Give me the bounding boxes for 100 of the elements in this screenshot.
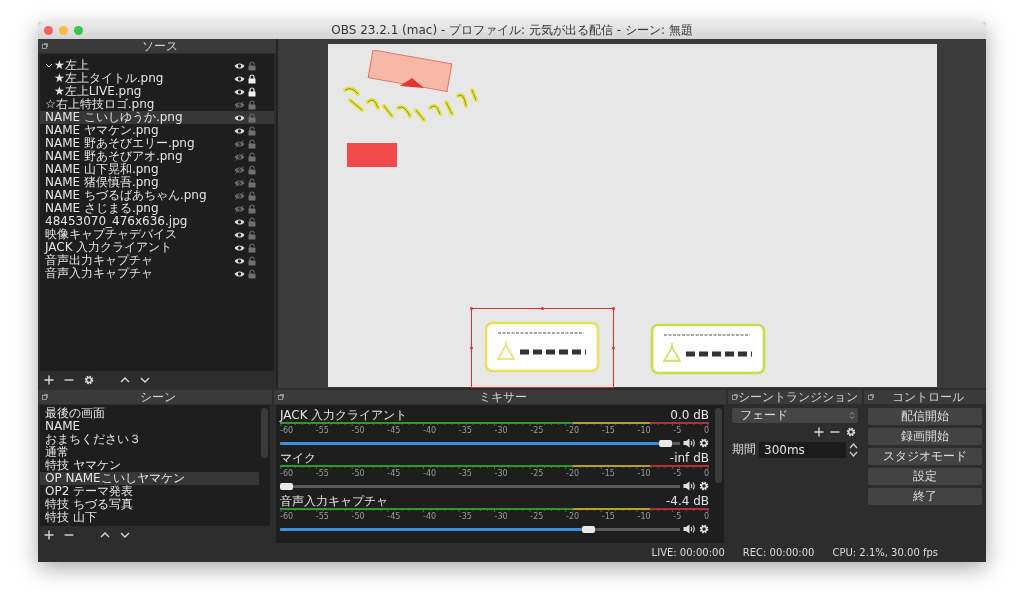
duration-field[interactable]: 300ms (759, 441, 846, 458)
eye-icon[interactable] (234, 230, 245, 239)
scrollbar[interactable] (261, 408, 268, 458)
add-icon[interactable] (44, 374, 54, 385)
unlock-icon[interactable] (248, 125, 256, 136)
volume-slider[interactable] (280, 525, 680, 533)
eye-slash-icon[interactable] (234, 191, 245, 200)
unlock-icon[interactable] (248, 268, 256, 279)
window-icon[interactable] (868, 394, 874, 400)
speaker-icon[interactable] (683, 438, 696, 448)
source-item[interactable]: ★左上 (40, 59, 274, 72)
scale-label: -30 (494, 512, 508, 522)
scene-item[interactable]: 通常 (40, 446, 259, 459)
settings-icon[interactable] (846, 427, 856, 437)
source-item[interactable]: NAME ヤマケン.png (40, 124, 274, 137)
unlock-icon[interactable] (248, 242, 256, 253)
control-button[interactable]: 設定 (868, 468, 982, 485)
eye-icon[interactable] (234, 113, 245, 122)
scene-item[interactable]: おまちください３ (40, 433, 259, 446)
unlock-icon[interactable] (248, 203, 256, 214)
unlock-icon[interactable] (248, 60, 256, 71)
source-item[interactable]: 48453070_476x636.jpg (40, 215, 274, 228)
source-item[interactable]: 音声入力キャプチャ (40, 267, 274, 280)
spin-arrows-icon[interactable] (849, 441, 858, 458)
source-item[interactable]: ★左上タイトル.png (40, 72, 274, 85)
settings-icon[interactable] (84, 374, 94, 385)
source-item[interactable]: JACK 入力クライアント (40, 241, 274, 254)
source-item[interactable]: NAME 猪俣慎吾.png (40, 176, 274, 189)
control-button[interactable]: 配信開始 (868, 408, 982, 425)
channel-name: 音声入力キャプチャ (280, 492, 388, 510)
lock-icon[interactable] (248, 86, 256, 97)
scene-item[interactable]: OP2 テーマ発表 (40, 485, 259, 498)
unlock-icon[interactable] (248, 177, 256, 188)
control-button[interactable]: 録画開始 (868, 428, 982, 445)
eye-icon[interactable] (234, 269, 245, 278)
slider-thumb[interactable] (280, 482, 293, 490)
unlock-icon[interactable] (248, 229, 256, 240)
settings-icon[interactable] (699, 524, 709, 534)
source-item[interactable]: NAME 野あそびエリー.png (40, 137, 274, 150)
source-item[interactable]: ★左上LIVE.png (40, 85, 274, 98)
source-name: NAME 山下晃和.png (45, 163, 159, 176)
scene-item[interactable]: 特技 ヤマケン (40, 459, 259, 472)
scale-label: -50 (351, 469, 365, 479)
slider-thumb[interactable] (581, 525, 595, 533)
eye-icon[interactable] (234, 256, 245, 265)
unlock-icon[interactable] (248, 255, 256, 266)
window-icon[interactable] (42, 394, 48, 400)
source-item[interactable]: NAME 山下晃和.png (40, 163, 274, 176)
eye-slash-icon[interactable] (234, 178, 245, 187)
scrollbar[interactable] (715, 408, 722, 483)
volume-slider[interactable] (280, 439, 680, 447)
unlock-icon[interactable] (248, 190, 256, 201)
source-item[interactable]: NAME こいしゆうか.png (40, 111, 274, 124)
scale-label: -40 (423, 512, 437, 522)
source-item[interactable]: 音声出力キャプチャ (40, 254, 274, 267)
dock-title: ソース (141, 37, 179, 55)
transition-dropdown[interactable]: フェード (732, 408, 858, 423)
selection-box[interactable] (470, 307, 615, 389)
eye-slash-icon[interactable] (234, 152, 245, 161)
scale-label: -45 (387, 512, 401, 522)
scale-label: -10 (637, 469, 651, 479)
eye-icon[interactable] (234, 243, 245, 252)
speaker-icon[interactable] (683, 481, 696, 491)
source-item[interactable]: 映像キャプチャデバイス (40, 228, 274, 241)
eye-icon[interactable] (234, 61, 245, 70)
eye-icon[interactable] (234, 126, 245, 135)
eye-icon[interactable] (234, 74, 245, 83)
scene-item[interactable]: 特技 ちづる写真 (40, 498, 259, 511)
window-icon[interactable] (42, 43, 48, 49)
eye-icon[interactable] (234, 87, 245, 96)
window-icon[interactable] (278, 394, 284, 400)
scene-item[interactable]: 最後の画面 (40, 407, 259, 420)
source-item[interactable]: ☆右上特技ロゴ.png (40, 98, 274, 111)
add-icon[interactable] (814, 427, 824, 437)
unlock-icon[interactable] (248, 138, 256, 149)
unlock-icon[interactable] (248, 99, 256, 110)
scene-item[interactable]: OP NAMEこいしヤマケン (40, 472, 259, 485)
volume-slider[interactable] (280, 482, 680, 490)
unlock-icon[interactable] (248, 164, 256, 175)
add-icon[interactable] (44, 529, 54, 540)
source-item[interactable]: NAME ちづるばあちゃん.png (40, 189, 274, 202)
source-name: ☆右上特技ロゴ.png (45, 98, 156, 111)
unlock-icon[interactable] (248, 216, 256, 227)
scene-item[interactable]: 特技 山下 (40, 511, 259, 524)
window-icon[interactable] (732, 394, 738, 400)
unlock-icon[interactable] (248, 151, 256, 162)
source-item[interactable]: NAME さじまる.png (40, 202, 274, 215)
scale-label: -35 (458, 512, 472, 522)
control-button[interactable]: スタジオモード (868, 448, 982, 465)
eye-icon[interactable] (234, 217, 245, 226)
source-item[interactable]: NAME 野あそびアオ.png (40, 150, 274, 163)
slider-thumb[interactable] (659, 439, 673, 447)
settings-icon[interactable] (699, 481, 709, 491)
chevron-down-icon[interactable] (45, 62, 53, 69)
eye-slash-icon[interactable] (234, 165, 245, 174)
scene-item[interactable]: NAME (40, 420, 259, 433)
control-button[interactable]: 終了 (868, 488, 982, 505)
settings-icon[interactable] (699, 438, 709, 448)
lock-icon[interactable] (248, 73, 256, 84)
speaker-icon[interactable] (683, 524, 696, 534)
